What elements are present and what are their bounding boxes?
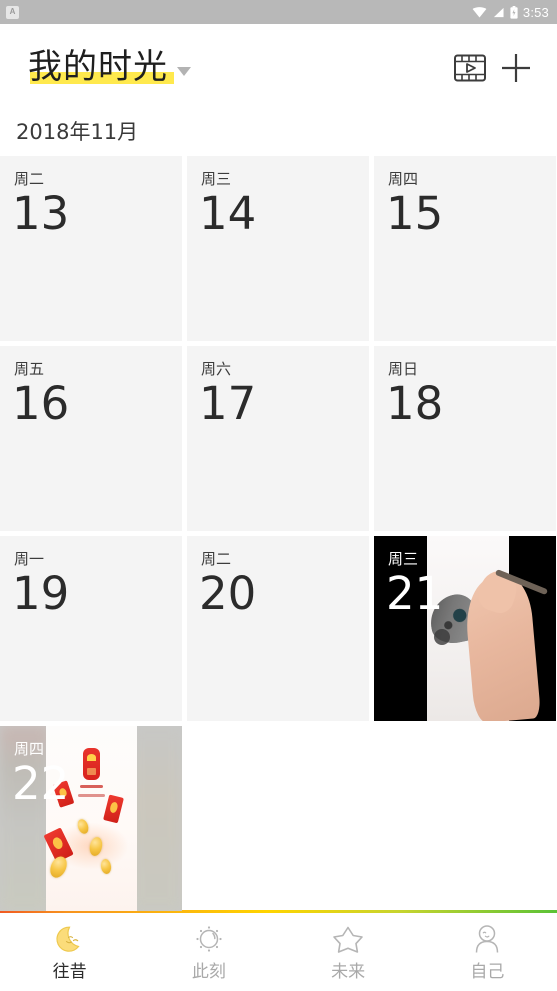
- weekday-label: 周日: [388, 361, 419, 378]
- date-number: 22: [12, 757, 70, 810]
- date-number: 14: [199, 187, 257, 240]
- moon-icon: [53, 924, 87, 956]
- logo-text: [86, 767, 96, 775]
- signal-icon: [493, 7, 504, 17]
- nav-item-now[interactable]: 此刻: [139, 924, 278, 980]
- day-cell[interactable]: 周四 15: [374, 156, 556, 341]
- status-bar: A 3:53: [0, 0, 557, 24]
- day-cell[interactable]: 周二 20: [187, 536, 369, 721]
- day-cell[interactable]: 周一 19: [0, 536, 182, 721]
- clock: 3:53: [522, 4, 549, 20]
- status-bar-right: 3:53: [472, 5, 549, 20]
- date-number: 16: [12, 377, 70, 430]
- date-number: 17: [199, 377, 257, 430]
- wifi-icon: [472, 6, 487, 18]
- day-cell[interactable]: 周二 13: [0, 156, 182, 341]
- star-icon: [331, 924, 365, 956]
- blurred-right-bar: [131, 726, 182, 911]
- add-button[interactable]: [493, 45, 539, 91]
- chevron-down-icon[interactable]: [177, 66, 191, 76]
- plus-icon: [502, 54, 530, 82]
- title-dropdown[interactable]: 我的时光: [28, 47, 174, 88]
- day-cell[interactable]: 周三 14: [187, 156, 369, 341]
- app-logo: [82, 748, 101, 780]
- caption-line-1: [80, 785, 103, 789]
- day-cell[interactable]: 周六 17: [187, 346, 369, 531]
- weekday-label: 周一: [14, 551, 45, 568]
- weekday-label: 周六: [201, 361, 232, 378]
- weekday-label: 周四: [388, 171, 419, 188]
- weekday-label: 周四: [14, 741, 45, 758]
- nav-label: 此刻: [191, 962, 226, 981]
- notification-letter: A: [9, 7, 16, 16]
- caption-line-2: [78, 793, 105, 797]
- date-number: 15: [386, 187, 444, 240]
- nav-item-self[interactable]: 自己: [418, 924, 557, 980]
- nav-item-future[interactable]: 未来: [279, 924, 418, 980]
- nav-item-past[interactable]: 往昔: [0, 924, 139, 980]
- weekday-label: 周五: [14, 361, 45, 378]
- page-title: 我的时光: [28, 47, 168, 88]
- date-number: 19: [12, 567, 70, 620]
- nav-label: 往昔: [52, 962, 87, 981]
- day-grid: 周二 13 周三 14 周四 15 周五 16 周六 17 周日 18 周一 1…: [0, 156, 557, 911]
- nav-label: 未来: [331, 962, 366, 981]
- video-icon: [454, 54, 486, 82]
- person-icon: [470, 924, 504, 956]
- date-number: 13: [12, 187, 70, 240]
- date-number: 21: [386, 567, 444, 620]
- notification-icon: A: [6, 5, 19, 19]
- app-header: 我的时光: [0, 24, 557, 112]
- day-cell-with-photo[interactable]: 周四 22: [0, 726, 182, 911]
- date-number: 20: [199, 567, 257, 620]
- red-packet: [102, 794, 124, 824]
- video-button[interactable]: [447, 45, 493, 91]
- app-root: A 3:53 我的时光 2018年11月 周二 13 周三 14 周四 15 周…: [0, 0, 557, 991]
- sun-icon: [192, 924, 226, 956]
- screenshot-area: [43, 726, 137, 911]
- weekday-label: 周二: [14, 171, 45, 188]
- month-label: 2018年11月: [16, 120, 139, 144]
- weekday-label: 周二: [201, 551, 232, 568]
- weekday-label: 周三: [201, 171, 232, 188]
- bottom-nav: 往昔 此刻 未来 自己: [0, 913, 557, 991]
- nav-label: 自己: [470, 962, 505, 981]
- battery-icon: [510, 5, 518, 19]
- day-cell-with-photo[interactable]: 周三 21: [374, 536, 556, 721]
- day-cell[interactable]: 周五 16: [0, 346, 182, 531]
- date-number: 18: [386, 377, 444, 430]
- status-bar-left: A: [6, 5, 19, 19]
- weekday-label: 周三: [388, 551, 419, 568]
- day-cell[interactable]: 周日 18: [374, 346, 556, 531]
